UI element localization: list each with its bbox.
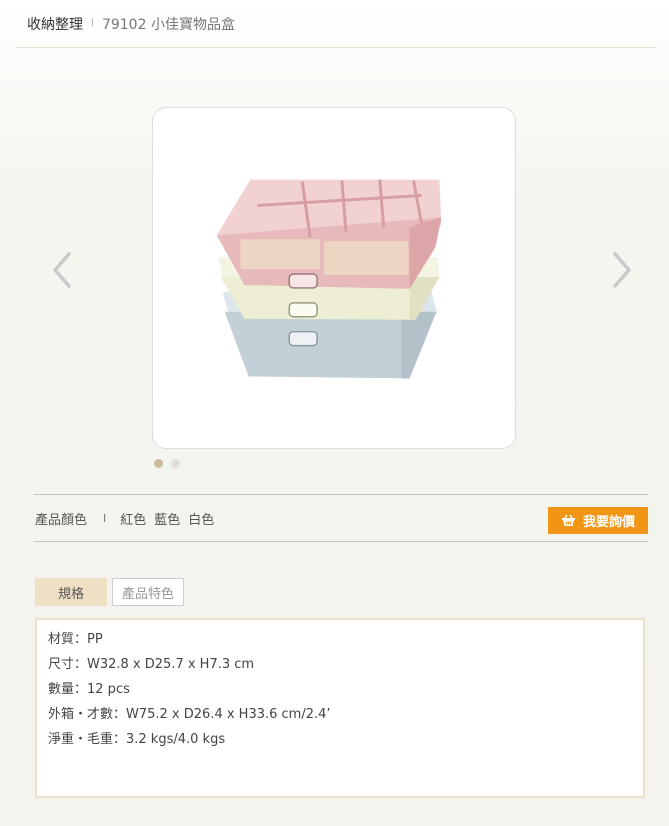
storage-box-illustration xyxy=(216,179,442,379)
carousel-dots xyxy=(154,459,180,468)
inquiry-button-label: 我要詢價 xyxy=(582,515,635,530)
basket-icon xyxy=(561,514,575,526)
color-option-red: 紅色 xyxy=(120,512,147,528)
color-options-row: 產品顏色 I 紅色 藍色 白色 我要詢價 xyxy=(34,494,648,542)
color-option-blue: 藍色 xyxy=(154,512,181,528)
color-separator: I xyxy=(103,511,107,525)
detail-tabs: 規格 產品特色 xyxy=(35,578,184,606)
breadcrumb: 收納整理 I 79102 小佳寶物品盒 xyxy=(17,0,657,48)
inquiry-button[interactable]: 我要詢價 xyxy=(548,507,648,534)
spec-dimensions: 尺寸：W32.8 x D25.7 x H7.3 cm xyxy=(48,657,255,672)
color-option-white: 白色 xyxy=(188,512,215,528)
spec-quantity: 數量：12 pcs xyxy=(48,682,130,697)
spec-carton: 外箱・才數：W75.2 x D26.4 x H33.6 cm/2.4’ xyxy=(48,707,331,722)
carousel-dot-1[interactable] xyxy=(154,459,163,468)
carousel-dot-2[interactable] xyxy=(171,459,180,468)
chevron-right-icon[interactable] xyxy=(610,250,634,290)
spec-weight: 淨重・毛重：3.2 kgs/4.0 kgs xyxy=(48,732,226,747)
color-label: 產品顏色 xyxy=(35,512,88,528)
tab-features[interactable]: 產品特色 xyxy=(112,578,184,606)
pink-tray xyxy=(216,179,442,289)
spec-material: 材質：PP xyxy=(48,632,103,647)
breadcrumb-current-page: 79102 小佳寶物品盒 xyxy=(101,16,235,33)
breadcrumb-separator: I xyxy=(91,18,94,29)
tab-specs[interactable]: 規格 xyxy=(35,578,107,606)
spec-panel: 材質：PP 尺寸：W32.8 x D25.7 x H7.3 cm 數量：12 p… xyxy=(35,618,645,798)
product-image xyxy=(152,107,516,449)
breadcrumb-category-link[interactable]: 收納整理 xyxy=(27,14,83,34)
chevron-left-icon[interactable] xyxy=(50,250,74,290)
